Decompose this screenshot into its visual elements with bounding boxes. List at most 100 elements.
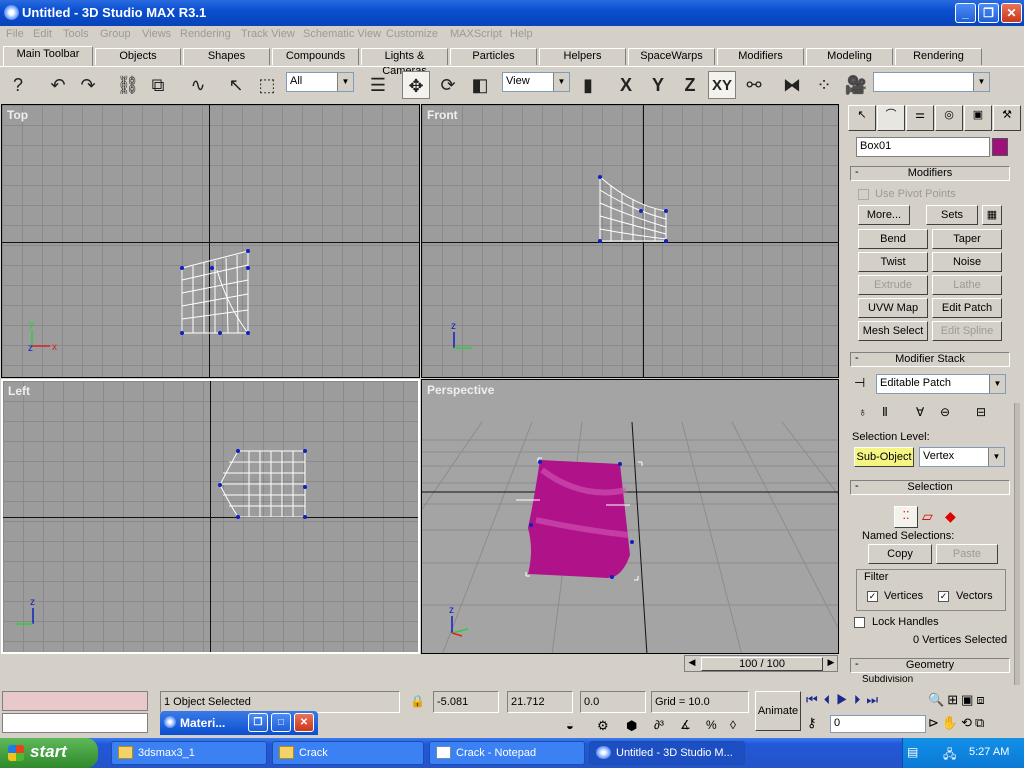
z-coordinate-field[interactable]: 0.0 bbox=[580, 691, 646, 713]
object-name-field[interactable]: Box01 bbox=[856, 137, 990, 157]
taper-button[interactable]: Taper bbox=[932, 229, 1002, 249]
copy-button[interactable]: Copy bbox=[868, 544, 932, 564]
restrict-x-button[interactable]: X bbox=[612, 71, 640, 99]
restrict-y-button[interactable]: Y bbox=[644, 71, 672, 99]
more-modifiers-button[interactable]: More... bbox=[858, 205, 910, 225]
goto-end-icon[interactable]: ⏭ bbox=[866, 692, 884, 707]
goto-start-icon[interactable]: ⏮ bbox=[806, 692, 824, 707]
tab-objects[interactable]: Objects bbox=[95, 48, 181, 65]
maxscript-listener-field[interactable] bbox=[2, 691, 148, 711]
patch-mode-icon[interactable]: ◆ bbox=[945, 508, 956, 525]
zoom-extents-all-icon[interactable]: ⧈ bbox=[976, 692, 987, 707]
menu-edit[interactable]: Edit bbox=[33, 28, 52, 40]
snap-3d-icon[interactable]: ∂³ bbox=[654, 718, 664, 732]
scale-icon[interactable]: ◧ bbox=[466, 71, 494, 99]
array-icon[interactable]: ⁘ bbox=[810, 71, 838, 99]
angle-snap-icon[interactable]: ∡ bbox=[680, 718, 691, 732]
bind-spacewarp-icon[interactable]: ∿ bbox=[184, 71, 212, 99]
keyboard-tray-icon[interactable]: ▤ bbox=[907, 745, 918, 759]
vertex-mode-icon[interactable]: ⁚⁚ bbox=[894, 506, 918, 528]
tab-rendering[interactable]: Rendering bbox=[895, 48, 982, 65]
time-slider[interactable]: ◀ 100 / 100 ▶ bbox=[684, 655, 838, 672]
remove-modifier-icon[interactable]: ⊖ bbox=[940, 405, 950, 419]
render-scene-icon[interactable]: 🎥 bbox=[842, 71, 870, 99]
menu-customize[interactable]: Customize bbox=[386, 28, 438, 40]
menu-file[interactable]: File bbox=[6, 28, 24, 40]
snap-toggle-icon[interactable]: ⬢ bbox=[626, 718, 637, 734]
material-editor-minimized[interactable]: Materi... ❐ □ ✕ bbox=[160, 711, 318, 735]
mirror-icon[interactable]: ⧓ bbox=[778, 71, 806, 99]
mesh-select-button[interactable]: Mesh Select bbox=[858, 321, 928, 341]
tab-compounds[interactable]: Compounds bbox=[272, 48, 359, 65]
tab-main-toolbar[interactable]: Main Toolbar bbox=[3, 46, 93, 66]
make-unique-icon[interactable]: ∀ bbox=[916, 405, 924, 419]
move-icon[interactable]: ✥ bbox=[402, 71, 430, 99]
menu-tools[interactable]: Tools bbox=[63, 28, 89, 40]
viewport-front[interactable]: Front z bbox=[421, 104, 839, 378]
named-selection-dropdown[interactable]: ▼ bbox=[873, 72, 990, 92]
close-button[interactable]: ✕ bbox=[1001, 3, 1022, 23]
selection-filter-dropdown[interactable]: All ▼ bbox=[286, 72, 354, 92]
configure-sets-icon[interactable]: ▦ bbox=[982, 205, 1002, 225]
selection-lock-icon[interactable]: 🔒 bbox=[410, 694, 425, 708]
min-max-toggle-icon[interactable]: ⧉ bbox=[975, 715, 987, 730]
hierarchy-panel-icon[interactable]: ⚌ bbox=[906, 105, 934, 131]
menu-rendering[interactable]: Rendering bbox=[180, 28, 231, 40]
task-3dsmax[interactable]: Untitled - 3D Studio M... bbox=[589, 741, 745, 765]
arc-rotate-icon[interactable]: ⟲ bbox=[961, 715, 975, 730]
edge-mode-icon[interactable]: ▱ bbox=[922, 508, 933, 525]
x-coordinate-field[interactable]: -5.081 bbox=[433, 691, 499, 713]
current-frame-field[interactable]: 0 bbox=[830, 715, 926, 733]
percent-snap-icon[interactable]: % bbox=[706, 718, 717, 732]
maximize-button[interactable]: ❐ bbox=[978, 3, 999, 23]
motion-panel-icon[interactable]: ◎ bbox=[935, 105, 963, 131]
region-select-icon[interactable]: ⬚ bbox=[253, 71, 281, 99]
restore-icon[interactable]: ❐ bbox=[248, 713, 268, 732]
lock-handles-checkbox[interactable] bbox=[854, 617, 865, 628]
tab-shapes[interactable]: Shapes bbox=[183, 48, 270, 65]
maxscript-input-field[interactable] bbox=[2, 713, 148, 733]
sets-button[interactable]: Sets bbox=[926, 205, 978, 225]
unlink-icon[interactable]: ⧉ bbox=[144, 71, 172, 99]
redo-icon[interactable]: ↷ bbox=[74, 71, 102, 99]
menu-maxscript[interactable]: MAXScript bbox=[450, 28, 502, 40]
task-crack-folder[interactable]: Crack bbox=[272, 741, 424, 765]
zoom-extents-icon[interactable]: ▣ bbox=[961, 692, 976, 707]
y-coordinate-field[interactable]: 21.712 bbox=[507, 691, 573, 713]
viewport-top[interactable]: Top y x z bbox=[1, 104, 420, 378]
tab-lights-cameras[interactable]: Lights & Cameras bbox=[361, 48, 448, 77]
next-frame-icon[interactable]: ⏵ bbox=[854, 692, 867, 707]
modifier-stack-rollout-header[interactable]: - Modifier Stack bbox=[850, 352, 1010, 367]
edit-stack-icon[interactable]: ⊟ bbox=[976, 405, 986, 419]
time-slider-thumb[interactable]: 100 / 100 bbox=[701, 657, 823, 671]
network-tray-icon[interactable]: 🖧 bbox=[943, 745, 956, 766]
zoom-icon[interactable]: 🔍 bbox=[928, 692, 947, 707]
task-3dsmax3-folder[interactable]: 3dsmax3_1 bbox=[111, 741, 267, 765]
help-cursor-icon[interactable]: ? bbox=[4, 71, 32, 99]
rotate-icon[interactable]: ⟳ bbox=[434, 71, 462, 99]
tab-helpers[interactable]: Helpers bbox=[539, 48, 626, 65]
play-icon[interactable]: ▶ bbox=[836, 692, 854, 707]
restrict-z-button[interactable]: Z bbox=[676, 71, 704, 99]
lathe-button[interactable]: Lathe bbox=[932, 275, 1002, 295]
display-panel-icon[interactable]: ▣ bbox=[964, 105, 992, 131]
time-prev-arrow-icon[interactable]: ◀ bbox=[686, 657, 698, 670]
spinner-snap-icon[interactable]: ◊ bbox=[730, 718, 736, 732]
panel-scrollbar[interactable] bbox=[1014, 403, 1020, 685]
reference-coord-dropdown[interactable]: View ▼ bbox=[502, 72, 570, 92]
pin-stack-icon[interactable]: ⊣ bbox=[854, 375, 865, 391]
menu-schematic-view[interactable]: Schematic View bbox=[303, 28, 381, 40]
modifiers-rollout-header[interactable]: - Modifiers bbox=[850, 166, 1010, 181]
create-panel-icon[interactable]: ↖ bbox=[848, 105, 876, 131]
close-icon[interactable]: ✕ bbox=[294, 713, 314, 732]
minimize-button[interactable]: _ bbox=[955, 3, 976, 23]
twist-button[interactable]: Twist bbox=[858, 252, 928, 272]
active-inactive-icon[interactable]: ♁ bbox=[858, 405, 867, 419]
sub-object-button[interactable]: Sub-Object bbox=[854, 447, 914, 467]
object-color-swatch[interactable] bbox=[992, 138, 1008, 156]
undo-icon[interactable]: ↶ bbox=[44, 71, 72, 99]
zoom-all-icon[interactable]: ⊞ bbox=[947, 692, 961, 707]
geometry-rollout-header[interactable]: - Geometry bbox=[850, 658, 1010, 673]
link-icon[interactable]: ⛓ bbox=[114, 71, 142, 99]
viewport-perspective[interactable]: Perspective z bbox=[421, 379, 839, 654]
